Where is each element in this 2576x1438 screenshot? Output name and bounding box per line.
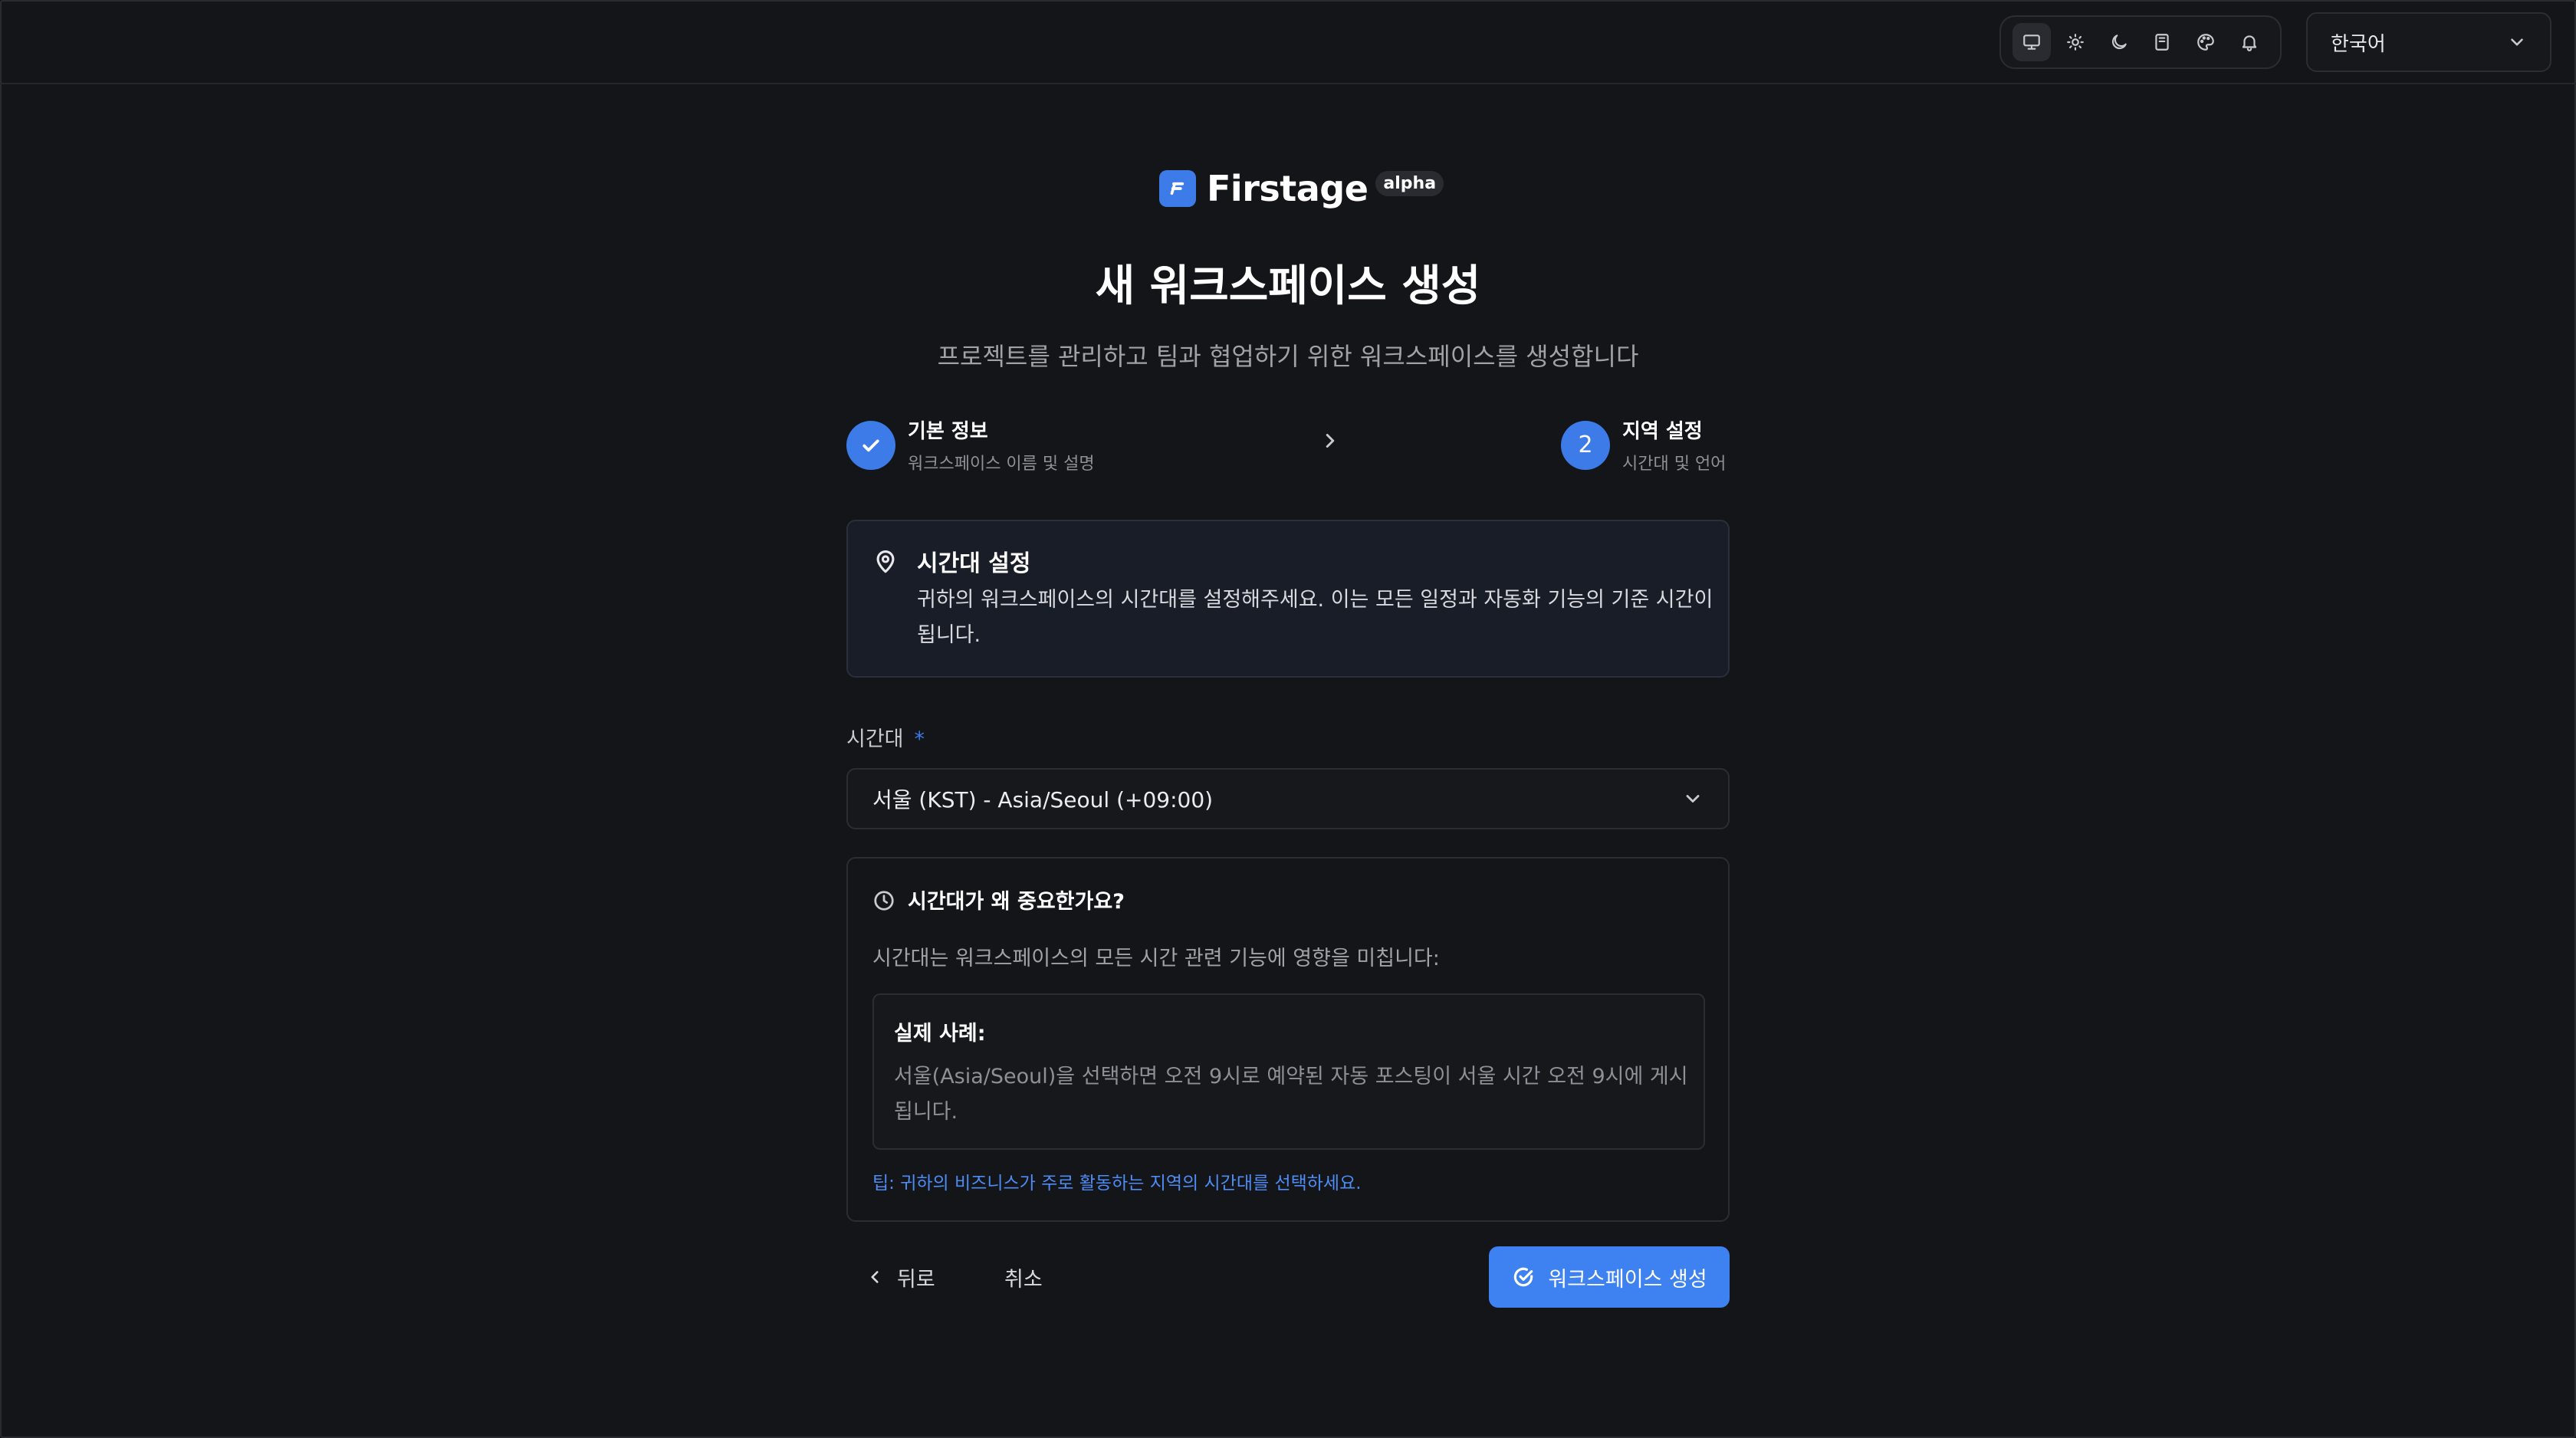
- example-box: 실제 사례: 서울(Asia/Seoul)을 선택하면 오전 9시로 예약된 자…: [872, 993, 1705, 1150]
- check-icon: [846, 420, 895, 470]
- timezone-importance-card: 시간대가 왜 중요한가요? 시간대는 워크스페이스의 모든 시간 관련 기능에 …: [846, 857, 1730, 1222]
- chevron-right-icon: [1319, 429, 1342, 455]
- step-description: 워크스페이스 이름 및 설명: [908, 455, 1095, 474]
- timezone-select-value: 서울 (KST) - Asia/Seoul (+09:00): [872, 787, 1214, 813]
- step-number: 2: [1561, 420, 1610, 470]
- cancel-button-label: 취소: [1004, 1267, 1043, 1292]
- example-title: 실제 사례:: [894, 1022, 986, 1046]
- create-workspace-button[interactable]: 워크스페이스 생성: [1489, 1246, 1730, 1308]
- palette-icon[interactable]: [2187, 23, 2225, 61]
- check-circle-icon: [1514, 1267, 1533, 1287]
- step-basic-info: 기본 정보 워크스페이스 이름 및 설명: [846, 415, 1095, 474]
- chevron-left-icon: [871, 1271, 879, 1283]
- why-title: 시간대가 왜 중요한가요?: [908, 890, 1125, 914]
- timezone-select[interactable]: 서울 (KST) - Asia/Seoul (+09:00): [846, 768, 1730, 829]
- brand-badge: alpha: [1375, 170, 1444, 196]
- step-description: 시간대 및 언어: [1622, 455, 1727, 474]
- sun-icon[interactable]: [2056, 23, 2095, 61]
- timezone-label-text: 시간대: [846, 727, 904, 751]
- step-region-settings: 2 지역 설정 시간대 및 언어: [1561, 415, 1726, 474]
- language-select[interactable]: 한국어: [2306, 12, 2551, 72]
- map-pin-icon: [872, 549, 899, 578]
- firstage-logo-icon: [1159, 170, 1196, 207]
- tip-text: 팁: 귀하의 비즈니스가 주로 활동하는 지역의 시간대를 선택하세요.: [872, 1174, 1362, 1193]
- language-select-value: 한국어: [2331, 32, 2386, 56]
- back-button[interactable]: 뒤로: [865, 1254, 935, 1300]
- chevron-down-icon: [2511, 38, 2523, 46]
- why-description: 시간대는 워크스페이스의 모든 시간 관련 기능에 영향을 미칩니다:: [872, 947, 1440, 970]
- moon-icon[interactable]: [2100, 23, 2138, 61]
- step-label: 지역 설정: [1622, 420, 1703, 443]
- required-mark: *: [914, 727, 925, 751]
- timezone-label: 시간대 *: [846, 722, 925, 752]
- page-title: 새 워크스페이스 생성: [1095, 261, 1481, 311]
- toolbar-icon-group: [1999, 15, 2282, 69]
- top-bar: 한국어: [0, 0, 2576, 84]
- chevron-down-icon: [1686, 795, 1700, 803]
- clock-icon: [872, 889, 895, 915]
- brand-name: Firstage: [1207, 168, 1368, 209]
- info-body: 귀하의 워크스페이스의 시간대를 설정해주세요. 이는 모든 일정과 자동화 기…: [917, 588, 1714, 647]
- back-button-label: 뒤로: [897, 1267, 935, 1292]
- page-subtitle: 프로젝트를 관리하고 팀과 협업하기 위한 워크스페이스를 생성합니다: [937, 342, 1639, 371]
- create-button-label: 워크스페이스 생성: [1548, 1267, 1707, 1292]
- bell-icon[interactable]: [2230, 23, 2269, 61]
- brand-logo: Firstage alpha: [1159, 163, 1444, 215]
- example-body: 서울(Asia/Seoul)을 선택하면 오전 9시로 예약된 자동 포스팅이 …: [894, 1065, 1688, 1124]
- cancel-button[interactable]: 취소: [1004, 1254, 1043, 1300]
- app-window: [0, 0, 2576, 1438]
- timezone-info-card: 시간대 설정 귀하의 워크스페이스의 시간대를 설정해주세요. 이는 모든 일정…: [846, 520, 1730, 678]
- book-icon[interactable]: [2143, 23, 2181, 61]
- info-title: 시간대 설정: [917, 550, 1031, 577]
- monitor-icon[interactable]: [2013, 23, 2052, 61]
- step-label: 기본 정보: [908, 420, 988, 443]
